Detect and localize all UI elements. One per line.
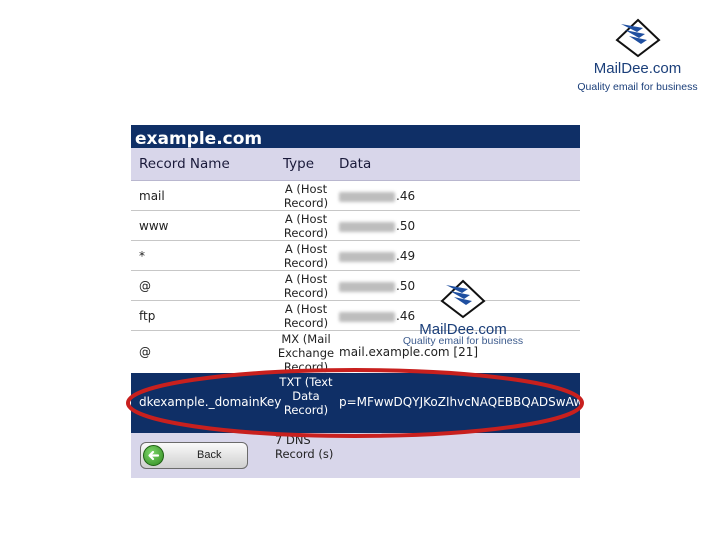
record-type: A (Host Record) (283, 272, 329, 300)
record-name: @ (139, 279, 151, 293)
watermark-tagline: Quality email for business (402, 335, 524, 347)
record-data: .49 (339, 249, 415, 263)
record-data: .46 (339, 189, 415, 203)
redacted-ip (339, 191, 395, 202)
watermark-logo-icon (440, 279, 486, 319)
back-button[interactable]: Back (140, 442, 248, 469)
table-row[interactable]: * A (Host Record) .49 (131, 241, 580, 271)
record-type: MX (Mail Exchange Record) (277, 332, 335, 374)
column-type: Type (283, 156, 315, 172)
table-row[interactable]: www A (Host Record) .50 (131, 211, 580, 241)
redacted-ip (339, 251, 395, 262)
record-name: dkexample._domainKey (139, 395, 282, 409)
column-record-name: Record Name (139, 156, 230, 172)
record-name: @ (139, 345, 151, 359)
record-type: A (Host Record) (283, 212, 329, 240)
maildee-logo-icon (614, 18, 661, 58)
maildee-logo: MailDee.com Quality email for business (565, 18, 710, 108)
redacted-ip (339, 281, 395, 292)
back-arrow-icon (143, 445, 164, 466)
redacted-ip (339, 311, 395, 322)
record-name: mail (139, 189, 165, 203)
redacted-ip (339, 221, 395, 232)
domain-title: example.com (135, 129, 263, 149)
record-count: 7 DNS Record (s) (275, 433, 334, 461)
record-data: p=MFwwDQYJKoZIhvcNAQEBBQADSwAw (339, 395, 580, 409)
back-button-label: Back (197, 449, 222, 461)
record-name: * (139, 249, 145, 263)
record-name: ftp (139, 309, 156, 323)
record-data: .50 (339, 219, 415, 233)
logo-tagline: Quality email for business (577, 81, 698, 93)
table-header: Record Name Type Data (131, 148, 580, 181)
record-type: A (Host Record) (283, 182, 329, 210)
panel-footer: Back 7 DNS Record (s) (131, 433, 580, 478)
logo-brand: MailDee.com (593, 60, 682, 77)
record-type: A (Host Record) (283, 242, 329, 270)
maildee-watermark: MailDee.com Quality email for business (398, 278, 528, 363)
table-row-highlighted[interactable]: dkexample._domainKey TXT (Text Data Reco… (131, 373, 580, 433)
record-name: www (139, 219, 169, 233)
column-data: Data (339, 156, 372, 172)
record-type: A (Host Record) (283, 302, 329, 330)
record-type: TXT (Text Data Record) (279, 375, 333, 417)
table-row[interactable]: mail A (Host Record) .46 (131, 181, 580, 211)
